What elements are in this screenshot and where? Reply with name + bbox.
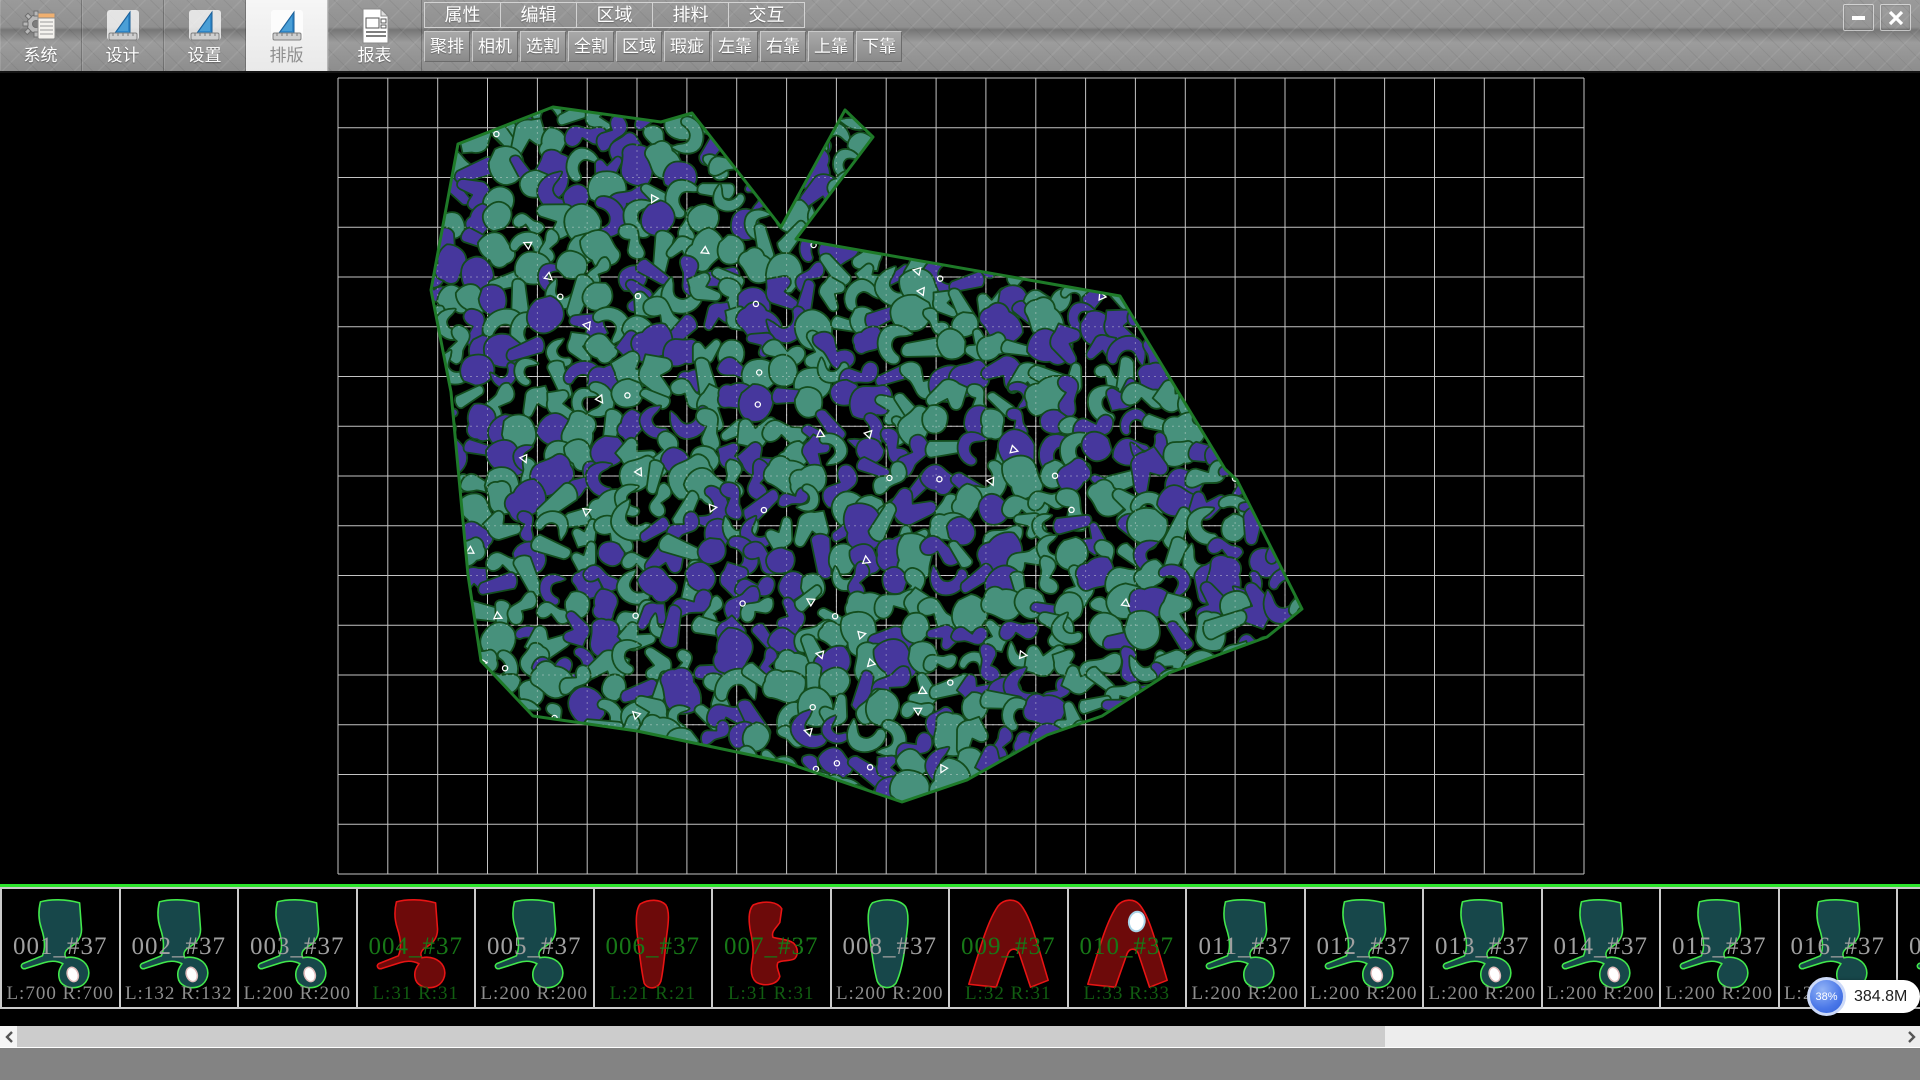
design-icon [103,6,143,46]
menu-tab-1[interactable]: 编辑 [500,2,577,28]
nesting-icon [267,6,307,46]
scroll-right-button[interactable] [1903,1026,1920,1047]
action-button-1[interactable]: 相机 [472,31,518,62]
action-button-2[interactable]: 选割 [520,31,566,62]
menu-tab-0[interactable]: 属性 [424,2,501,28]
title-bar: 系统设计设置排版报表 属性编辑区域排料交互 聚排相机选割全割区域瑕疵左靠右靠上靠… [0,0,1920,73]
piece-shape [841,891,939,1003]
toolbar-button-label: 排版 [270,47,304,65]
piece-thumbnail-10[interactable]: 010_#37L:33 R:33 [1069,889,1188,1007]
horizontal-scrollbar[interactable] [0,1026,1920,1047]
toolbar-button-system[interactable]: 系统 [0,0,82,71]
menu-tab-3[interactable]: 排料 [652,2,729,28]
action-button-5[interactable]: 瑕疵 [664,31,710,62]
piece-shape [604,891,702,1003]
minimize-button[interactable] [1843,4,1874,31]
action-button-8[interactable]: 上靠 [808,31,854,62]
scroll-left-button[interactable] [0,1026,17,1047]
toolbar-button-label: 设置 [188,47,222,65]
piece-thumbnail-1[interactable]: 001_#37L:700 R:700 [0,889,121,1007]
piece-shape [1196,891,1294,1003]
report-icon [355,6,395,46]
toolbar-button-report[interactable]: 报表 [328,0,422,71]
action-button-9[interactable]: 下靠 [856,31,902,62]
toolbar-button-label: 系统 [24,47,58,65]
settings-icon [185,6,225,46]
piece-shape [722,891,820,1003]
piece-shape [1433,891,1531,1003]
piece-thumbnail-2[interactable]: 002_#37L:132 R:132 [121,889,240,1007]
toolbar-button-settings[interactable]: 设置 [164,0,246,71]
progress-badge[interactable]: 38% 384.8M [1810,980,1920,1013]
piece-shape [485,891,583,1003]
toolbar-button-label: 报表 [358,47,392,65]
toolbar-button-label: 设计 [106,47,140,65]
nesting-canvas[interactable] [0,73,1920,884]
piece-thumbnail-14[interactable]: 014_#37L:200 R:200 [1543,889,1662,1007]
action-button-0[interactable]: 聚排 [424,31,470,62]
piece-thumbnail-3[interactable]: 003_#37L:200 R:200 [239,889,358,1007]
piece-shape [367,891,465,1003]
action-button-6[interactable]: 左靠 [712,31,758,62]
piece-thumbnail-4[interactable]: 004_#37L:31 R:31 [358,889,477,1007]
application-window: 系统设计设置排版报表 属性编辑区域排料交互 聚排相机选割全割区域瑕疵左靠右靠上靠… [0,0,1920,1080]
toolbar-button-design[interactable]: 设计 [82,0,164,71]
piece-shape [248,891,346,1003]
piece-thumbnail-strip: 001_#37L:700 R:700002_#37L:132 R:132003_… [0,884,1920,1010]
action-button-4[interactable]: 区域 [616,31,662,62]
menu-block: 属性编辑区域排料交互 聚排相机选割全割区域瑕疵左靠右靠上靠下靠 [424,2,902,62]
piece-thumbnail-9[interactable]: 009_#37L:32 R:31 [950,889,1069,1007]
piece-thumbnail-5[interactable]: 005_#37L:200 R:200 [476,889,595,1007]
menu-tab-row: 属性编辑区域排料交互 [424,2,902,28]
minimize-icon [1851,10,1866,25]
nesting-drawing [0,73,1920,884]
piece-shape [11,891,109,1003]
system-icon [21,6,61,46]
main-toolbar: 系统 设计 设置 排版 报表 [0,0,422,71]
piece-thumbnail-13[interactable]: 013_#37L:200 R:200 [1424,889,1543,1007]
piece-shape [1552,891,1650,1003]
piece-shape [1670,891,1768,1003]
action-button-7[interactable]: 右靠 [760,31,806,62]
menu-tab-4[interactable]: 交互 [728,2,805,28]
piece-shape [959,891,1057,1003]
piece-shape [130,891,228,1003]
piece-thumbnail-15[interactable]: 015_#37L:200 R:200 [1661,889,1780,1007]
scrollbar-thumb[interactable] [17,1026,1385,1047]
chevron-left-icon [4,1031,14,1043]
piece-thumbnail-6[interactable]: 006_#37L:21 R:21 [595,889,714,1007]
toolbar-button-nesting[interactable]: 排版 [246,0,328,71]
menu-tab-2[interactable]: 区域 [576,2,653,28]
status-bar [0,1047,1920,1080]
action-button-3[interactable]: 全割 [568,31,614,62]
thumbnail-row: 001_#37L:700 R:700002_#37L:132 R:132003_… [0,887,1920,1009]
close-icon [1888,10,1904,26]
piece-thumbnail-11[interactable]: 011_#37L:200 R:200 [1187,889,1306,1007]
piece-thumbnail-12[interactable]: 012_#37L:200 R:200 [1306,889,1425,1007]
piece-thumbnail-8[interactable]: 008_#37L:200 R:200 [832,889,951,1007]
piece-shape [1078,891,1176,1003]
memory-size-text: 384.8M [1854,988,1907,1005]
window-controls [1843,4,1911,31]
progress-percent: 38% [1807,977,1846,1016]
piece-shape [1315,891,1413,1003]
close-button[interactable] [1880,4,1911,31]
action-button-row: 聚排相机选割全割区域瑕疵左靠右靠上靠下靠 [424,31,902,62]
chevron-right-icon [1907,1031,1917,1043]
piece-thumbnail-7[interactable]: 007_#37L:31 R:31 [713,889,832,1007]
